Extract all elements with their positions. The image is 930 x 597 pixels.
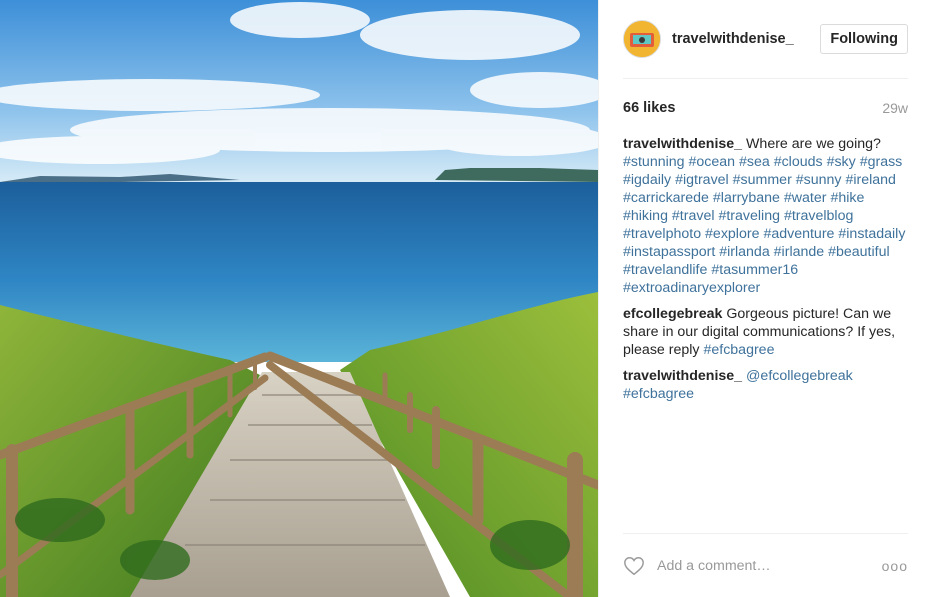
hashtag-link[interactable]: #summer	[733, 172, 792, 188]
instagram-post-view: travelwithdenise_ Following 66 likes 29w…	[0, 0, 930, 597]
hashtag-link[interactable]: #irlanda	[719, 244, 769, 260]
hashtag-link[interactable]: #larrybane	[713, 190, 780, 206]
hashtag-link[interactable]: #irlande	[774, 244, 824, 260]
hashtag-link[interactable]: #travel	[672, 208, 715, 224]
hashtag-link[interactable]: #efcbagree	[623, 386, 694, 402]
hashtag-link[interactable]: #igtravel	[675, 172, 729, 188]
hashtag-link[interactable]: #clouds	[774, 154, 823, 170]
post-photo[interactable]	[0, 0, 598, 597]
hashtag-link[interactable]: #extroadinaryexplorer	[623, 280, 760, 296]
hashtag-link[interactable]: #instapassport	[623, 244, 715, 260]
username-link[interactable]: travelwithdenise_	[672, 31, 820, 47]
comment: efcollegebreak Gorgeous picture! Can we …	[623, 305, 908, 359]
hashtag-link[interactable]: #sunny	[796, 172, 842, 188]
comment-author-link[interactable]: travelwithdenise_	[623, 136, 742, 152]
avatar[interactable]	[623, 20, 661, 58]
hashtag-link[interactable]: #hiking	[623, 208, 668, 224]
hashtag-link[interactable]: #adventure	[763, 226, 834, 242]
post-age[interactable]: 29w	[882, 100, 908, 116]
comment-author-link[interactable]: efcollegebreak	[623, 306, 722, 322]
post-stats: 66 likes 29w	[623, 79, 908, 135]
hashtag-link[interactable]: #grass	[860, 154, 903, 170]
avatar-image	[624, 21, 660, 57]
hashtag-link[interactable]: #ocean	[688, 154, 735, 170]
hashtag-link[interactable]: #instadaily	[838, 226, 905, 242]
hashtag-link[interactable]: #tasummer16	[711, 262, 798, 278]
hashtag-link[interactable]: #water	[784, 190, 827, 206]
comments-list: travelwithdenise_ Where are we going? #s…	[623, 135, 908, 403]
following-button[interactable]: Following	[820, 24, 908, 54]
hashtag-link[interactable]: #sky	[827, 154, 856, 170]
hashtag-list: #stunning #ocean #sea #clouds #sky #gras…	[623, 154, 905, 296]
mention-link[interactable]: @efcollegebreak	[746, 368, 853, 384]
post-header: travelwithdenise_ Following	[623, 0, 908, 79]
comment-author-link[interactable]: travelwithdenise_	[623, 368, 742, 384]
hashtag-link[interactable]: #ireland	[845, 172, 895, 188]
hashtag-link[interactable]: #sea	[739, 154, 770, 170]
add-comment-input[interactable]	[657, 557, 882, 574]
hashtag-link[interactable]: #hike	[830, 190, 864, 206]
hashtag-list: #efcbagree	[623, 386, 694, 402]
hashtag-link[interactable]: #travelphoto	[623, 226, 701, 242]
heart-outline-icon[interactable]	[623, 555, 645, 577]
caption-comment: travelwithdenise_ Where are we going? #s…	[623, 135, 908, 297]
hashtag-link[interactable]: #traveling	[718, 208, 780, 224]
hashtag-link[interactable]: #carrickarede	[623, 190, 709, 206]
hashtag-link[interactable]: #efcbagree	[703, 342, 774, 358]
more-options-icon[interactable]: ooo	[882, 558, 908, 574]
hashtag-link[interactable]: #travelandlife	[623, 262, 707, 278]
comment-text: Where are we going?	[746, 136, 881, 152]
comment: travelwithdenise_ @efcollegebreak #efcba…	[623, 367, 908, 403]
likes-count[interactable]: 66 likes	[623, 100, 675, 116]
hashtag-link[interactable]: #explore	[705, 226, 759, 242]
coastal-path-photo	[0, 0, 598, 597]
post-footer: ooo	[623, 533, 908, 597]
hashtag-link[interactable]: #stunning	[623, 154, 685, 170]
hashtag-list: #efcbagree	[703, 342, 774, 358]
hashtag-link[interactable]: #beautiful	[828, 244, 890, 260]
post-side-panel: travelwithdenise_ Following 66 likes 29w…	[598, 0, 930, 597]
hashtag-link[interactable]: #igdaily	[623, 172, 671, 188]
hashtag-link[interactable]: #travelblog	[784, 208, 853, 224]
